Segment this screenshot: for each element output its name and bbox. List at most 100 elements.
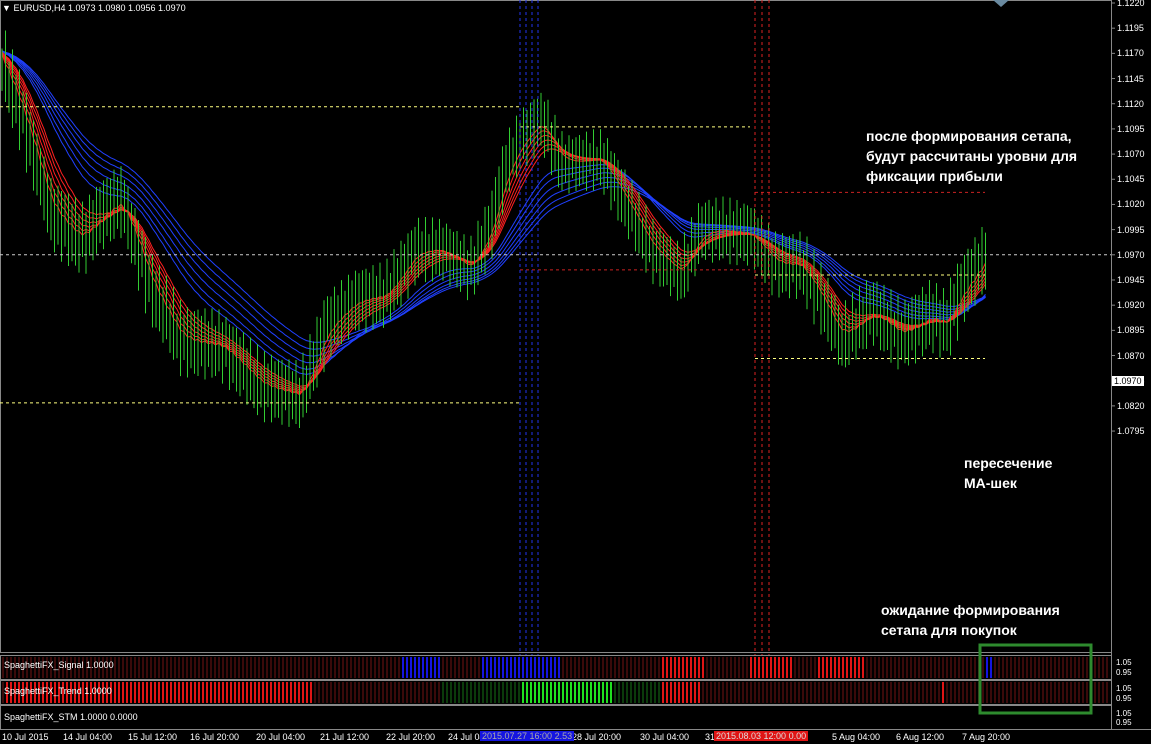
trend-bar — [218, 682, 220, 703]
signal-bar — [994, 657, 996, 678]
signal-bar — [130, 657, 132, 678]
trend-bar — [546, 682, 548, 703]
dropdown-triangle-icon[interactable]: ▼ — [2, 3, 11, 13]
signal-bar — [382, 657, 384, 678]
trend-bar — [314, 682, 316, 703]
trend-bar — [222, 682, 224, 703]
chart-shift-marker-icon — [993, 0, 1009, 7]
trend-bar — [922, 682, 924, 703]
signal-bar — [390, 657, 392, 678]
trend-bar — [606, 682, 608, 703]
signal-bar — [662, 657, 664, 678]
slow-ma-line — [1, 50, 986, 350]
signal-bar — [1106, 657, 1108, 678]
signal-bar — [566, 657, 568, 678]
trend-bar — [246, 682, 248, 703]
signal-bar — [758, 657, 760, 678]
signal-bar — [402, 657, 404, 678]
trend-bar — [226, 682, 228, 703]
trend-bar — [454, 682, 456, 703]
trend-bar — [906, 682, 908, 703]
signal-bar — [810, 657, 812, 678]
signal-bar — [990, 657, 992, 678]
trend-bar — [462, 682, 464, 703]
signal-bar — [1074, 657, 1076, 678]
signal-bar — [418, 657, 420, 678]
trend-bar — [898, 682, 900, 703]
trend-bar — [330, 682, 332, 703]
time-tick-label: 28 Jul 20:00 — [572, 732, 622, 742]
trend-bar — [1094, 682, 1096, 703]
signal-bar — [790, 657, 792, 678]
signal-bar — [958, 657, 960, 678]
trend-bar — [206, 682, 208, 703]
signal-bar — [750, 657, 752, 678]
signal-bar — [850, 657, 852, 678]
signal-bar — [570, 657, 572, 678]
signal-bar — [714, 657, 716, 678]
trend-bar — [410, 682, 412, 703]
trend-bar — [338, 682, 340, 703]
signal-bar — [742, 657, 744, 678]
trend-bar — [442, 682, 444, 703]
annotation-line: будут рассчитаны уровни для — [866, 148, 1078, 164]
signal-bar — [818, 657, 820, 678]
trend-bar — [474, 682, 476, 703]
trend-bar — [418, 682, 420, 703]
signal-bar — [1102, 657, 1104, 678]
signal-bar — [322, 657, 324, 678]
trend-bar — [458, 682, 460, 703]
trend-bar — [1106, 682, 1108, 703]
signal-bar — [538, 657, 540, 678]
signal-bar — [1062, 657, 1064, 678]
trend-bar — [710, 682, 712, 703]
signal-bar — [510, 657, 512, 678]
signal-bar — [458, 657, 460, 678]
signal-bar — [250, 657, 252, 678]
signal-bar — [830, 657, 832, 678]
trend-bar — [126, 682, 128, 703]
signal-bar — [778, 657, 780, 678]
trend-bar — [478, 682, 480, 703]
trend-bar — [166, 682, 168, 703]
trend-bar — [610, 682, 612, 703]
trend-bar — [1034, 682, 1036, 703]
trend-bar — [1066, 682, 1068, 703]
signal-bar — [1014, 657, 1016, 678]
trend-bar — [658, 682, 660, 703]
signal-bar — [398, 657, 400, 678]
signal-bar — [278, 657, 280, 678]
signal-bar — [546, 657, 548, 678]
time-tick-label: 22 Jul 20:00 — [386, 732, 436, 742]
signal-bar — [854, 657, 856, 678]
trend-bar — [202, 682, 204, 703]
signal-bar — [626, 657, 628, 678]
trend-bar — [278, 682, 280, 703]
trend-bar — [714, 682, 716, 703]
signal-bar — [214, 657, 216, 678]
trend-bar — [446, 682, 448, 703]
signal-bar — [590, 657, 592, 678]
trend-bar — [902, 682, 904, 703]
trend-bar — [118, 682, 120, 703]
signal-bar — [314, 657, 316, 678]
signal-bar — [650, 657, 652, 678]
signal-bar — [862, 657, 864, 678]
time-tick-label: 14 Jul 04:00 — [63, 732, 113, 742]
price-tick-label: 1.1070 — [1117, 149, 1145, 160]
annotation-line: пересечение — [964, 455, 1053, 471]
signal-bar — [426, 657, 428, 678]
trend-bar — [310, 682, 312, 703]
indicator-stm-title: SpaghettiFX_STM 1.0000 0.0000 — [4, 712, 138, 722]
signal-bar — [670, 657, 672, 678]
signal-bar — [446, 657, 448, 678]
trend-bar — [970, 682, 972, 703]
trend-bar — [1030, 682, 1032, 703]
trend-bar — [974, 682, 976, 703]
trend-bar — [162, 682, 164, 703]
trend-bar — [506, 682, 508, 703]
trend-bar — [798, 682, 800, 703]
trend-bar — [702, 682, 704, 703]
signal-bar — [782, 657, 784, 678]
signal-bar — [258, 657, 260, 678]
